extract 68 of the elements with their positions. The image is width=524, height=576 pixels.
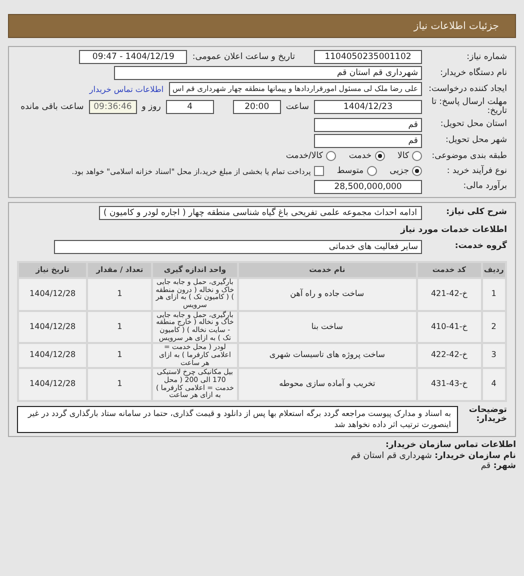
- radio-button[interactable]: [366, 166, 377, 176]
- table-cell: خ-42-422: [418, 344, 481, 368]
- buyer-contact-link[interactable]: اطلاعات تماس خریدار: [89, 84, 164, 94]
- city-field: قم: [314, 134, 422, 148]
- table-cell: 1404/12/28: [19, 312, 86, 342]
- table-cell: 1: [88, 369, 152, 400]
- table-cell: 1: [88, 278, 152, 310]
- field-label: گروه خدمت:: [454, 242, 507, 252]
- field-label: شماره نیاز:: [466, 52, 507, 62]
- table-cell: 1: [482, 278, 505, 310]
- contact-label: شهر:: [493, 461, 516, 472]
- field-label: تاریخ و ساعت اعلان عمومی:: [192, 52, 295, 62]
- service-group-field: سایر فعالیت های خدماتی: [54, 240, 422, 254]
- contact-value: قم: [480, 461, 491, 472]
- deadline-date-field: 1404/12/23: [314, 100, 422, 114]
- table-cell: خ-43-431: [418, 369, 481, 400]
- need-number-field: 1104050235001102: [314, 50, 422, 64]
- page-title: جزئیات اطلاعات نیاز: [414, 20, 499, 32]
- table-cell: 1: [88, 344, 152, 368]
- estimate-field: 28,500,000,000: [314, 180, 422, 194]
- radio-button[interactable]: [412, 151, 422, 162]
- field-label: ایجاد کننده درخواست:: [428, 84, 507, 94]
- radio-label: جزیی: [390, 166, 409, 176]
- summary-field: ادامه احداث مجموعه علمی تفریحی باغ گیاه شناسی منطقه چهار ( اجاره لودر و کامیون ): [98, 206, 422, 220]
- field-label: نوع فرآیند خرید :: [446, 166, 507, 176]
- table-cell: 1404/12/28: [19, 278, 86, 310]
- field-label: نام دستگاه خریدار:: [439, 68, 507, 78]
- field-label: برآورد مالی:: [462, 182, 507, 192]
- field-label: مهلت ارسال پاسخ: تا تاریخ:: [430, 98, 507, 116]
- field-label: ساعت: [286, 102, 309, 112]
- radio-button[interactable]: [412, 166, 422, 176]
- field-label: شهر محل تحویل:: [444, 136, 507, 146]
- field-label: طبقه بندی موضوعی:: [430, 152, 507, 161]
- buyer-name-field: شهرداری قم استان قم: [114, 66, 422, 80]
- province-field: قم: [314, 118, 422, 132]
- contact-value: شهرداری قم استان قم: [350, 450, 432, 461]
- table-cell: 1: [88, 312, 152, 342]
- table-cell: خ-42-421: [418, 278, 481, 310]
- field-label: استان محل تحویل:: [439, 120, 507, 130]
- radio-button[interactable]: [326, 151, 336, 162]
- table-cell: تخریب و آماده سازی محوطه: [238, 369, 416, 400]
- radio-label: خدمت: [348, 151, 372, 162]
- radio-label: متوسط: [336, 166, 364, 176]
- radio-button[interactable]: [374, 151, 385, 162]
- radio-label: کالا: [398, 151, 409, 162]
- checkbox[interactable]: [314, 166, 324, 176]
- field-label: روز و: [142, 102, 161, 112]
- table-cell: ساخت بنا: [238, 312, 416, 342]
- field-label: شرح کلی نیاز:: [445, 208, 507, 218]
- deadline-time-field: 20:00: [232, 100, 281, 114]
- days-field: 4: [166, 100, 214, 114]
- table-cell: ساخت جاده و راه آهن: [238, 278, 416, 310]
- field-label: توضیحات خریدار:: [468, 406, 507, 424]
- table-cell: 3: [482, 344, 505, 368]
- field-label: ساعت باقی مانده: [20, 102, 84, 112]
- contact-title: اطلاعات تماس سازمان خریدار:: [384, 440, 516, 451]
- table-cell: 4: [482, 369, 505, 400]
- table-cell: 2: [482, 312, 505, 342]
- table-cell: ساخت پروژه های تاسیسات شهری: [238, 344, 416, 368]
- section-title: اطلاعات خدمات مورد نیاز: [400, 225, 507, 236]
- table-cell: 1404/12/28: [19, 369, 86, 400]
- contact-label: نام سازمان خریدار:: [434, 450, 516, 461]
- table-cell: خ-41-410: [418, 312, 481, 342]
- radio-label: کالا/خدمت: [286, 151, 323, 162]
- notes-field: به اسناد و مدارک پیوست مراجعه گردد برگه استعلام بها پس از دانلود و قیمت گذاری، حتما در سامانه ستاد بارگذاری گردد در غیر اینصورت ترتیب اثر داده نخواهد شد: [17, 406, 458, 433]
- table-cell: 1404/12/28: [19, 344, 86, 368]
- announce-date-field: 1404/12/19 - 09:47: [79, 50, 188, 64]
- remaining-time-field: 09:36:46: [88, 100, 137, 114]
